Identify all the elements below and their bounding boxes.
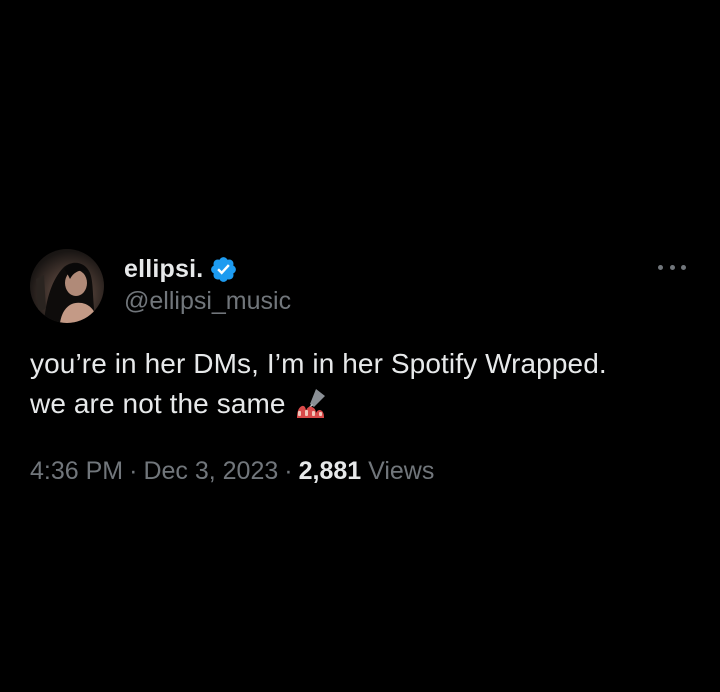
- display-name[interactable]: ellipsi.: [124, 255, 203, 284]
- more-dot: [658, 264, 663, 270]
- user-names: ellipsi. @ellipsi_music: [124, 253, 291, 316]
- tweet-text-line-2-text: we are not the same: [30, 388, 286, 419]
- tweet: ellipsi. @ellipsi_music you’re in her DM…: [30, 247, 692, 486]
- more-options-icon[interactable]: [658, 261, 686, 273]
- nail-polish-emoji-icon: [294, 387, 328, 419]
- tweet-text: you’re in her DMs, I’m in her Spotify Wr…: [30, 344, 692, 424]
- tweet-text-line-1: you’re in her DMs, I’m in her Spotify Wr…: [30, 348, 607, 379]
- tweet-text-line-2: we are not the same: [30, 384, 692, 424]
- avatar-image: [36, 262, 98, 323]
- views-label: Views: [368, 457, 435, 485]
- handle[interactable]: @ellipsi_music: [124, 287, 291, 316]
- meta-separator: ·: [129, 457, 138, 485]
- more-dot: [681, 264, 686, 270]
- views-count[interactable]: 2,881: [299, 457, 362, 485]
- verified-badge-icon: [209, 255, 238, 284]
- tweet-time[interactable]: 4:36 PM: [30, 457, 123, 485]
- tweet-date[interactable]: Dec 3, 2023: [143, 457, 278, 485]
- tweet-meta: 4:36 PM · Dec 3, 2023 · 2,881 Views: [30, 457, 692, 486]
- more-dot: [669, 264, 675, 270]
- name-row: ellipsi.: [124, 253, 291, 285]
- avatar[interactable]: [30, 249, 104, 323]
- tweet-header: ellipsi. @ellipsi_music: [30, 247, 692, 327]
- meta-separator: ·: [284, 457, 293, 485]
